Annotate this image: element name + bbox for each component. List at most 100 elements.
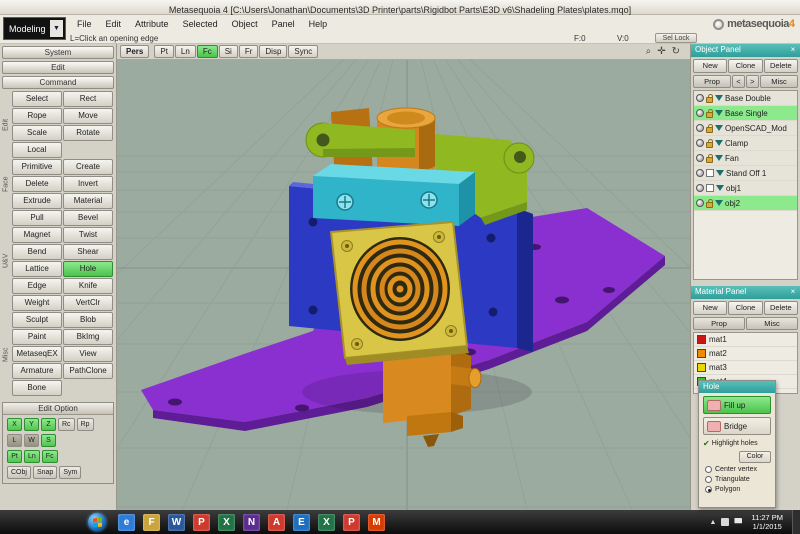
rotate-icon[interactable]: ↻ — [672, 46, 680, 57]
start-button[interactable] — [88, 513, 106, 531]
command-extrude[interactable]: Extrude — [12, 193, 62, 209]
viewport-3d[interactable] — [117, 60, 690, 510]
sidebar-section-edit[interactable]: Edit — [2, 61, 114, 74]
object-panel-tab-misc[interactable]: Misc — [760, 75, 798, 88]
taskbar-excel-2[interactable]: X — [318, 514, 335, 531]
taskbar-internet-explorer[interactable]: e — [118, 514, 135, 531]
expand-triangle-icon[interactable] — [715, 125, 723, 131]
lock-icon[interactable] — [706, 112, 713, 118]
command-pathclone[interactable]: PathClone — [63, 363, 113, 379]
menu-selected[interactable]: Selected — [176, 15, 225, 33]
object-panel-tab-prev[interactable]: < — [732, 75, 745, 88]
bridge-button[interactable]: Bridge — [703, 417, 771, 435]
visibility-eye-icon[interactable] — [696, 124, 704, 132]
visibility-eye-icon[interactable] — [696, 139, 704, 147]
hole-dialog-title[interactable]: Hole — [699, 381, 775, 393]
sidebar-section-system[interactable]: System — [2, 46, 114, 59]
menu-edit[interactable]: Edit — [99, 15, 129, 33]
edit-option-rc[interactable]: Rc — [58, 418, 75, 431]
hole-option-center-vertex[interactable]: Center vertex — [705, 466, 769, 473]
lock-icon[interactable] — [706, 127, 713, 133]
command-sculpt[interactable]: Sculpt — [12, 312, 62, 328]
edit-option-y[interactable]: Y — [24, 418, 39, 431]
object-checkbox[interactable] — [706, 184, 714, 192]
command-shear[interactable]: Shear — [63, 244, 113, 260]
menu-file[interactable]: File — [70, 15, 99, 33]
lock-icon[interactable] — [706, 97, 713, 103]
object-row-clamp[interactable]: Clamp — [694, 136, 797, 151]
expand-triangle-icon[interactable] — [715, 155, 723, 161]
close-icon[interactable]: × — [788, 287, 798, 297]
visibility-eye-icon[interactable] — [696, 154, 704, 162]
object-panel-titlebar[interactable]: Object Panel × — [691, 44, 800, 57]
edit-option-x[interactable]: X — [7, 418, 22, 431]
object-panel-clone-button[interactable]: Clone — [728, 59, 762, 73]
command-magnet[interactable]: Magnet — [12, 227, 62, 243]
color-button[interactable]: Color — [739, 451, 771, 463]
pan-icon[interactable]: ✛ — [657, 46, 665, 57]
hole-option-triangulate[interactable]: Triangulate — [705, 476, 769, 483]
material-panel-titlebar[interactable]: Material Panel × — [691, 286, 800, 299]
viewport-toggle-pt[interactable]: Pt — [154, 45, 174, 58]
command-local[interactable]: Local — [12, 142, 62, 158]
command-pull[interactable]: Pull — [12, 210, 62, 226]
command-knife[interactable]: Knife — [63, 278, 113, 294]
object-panel-tab-next[interactable]: > — [746, 75, 759, 88]
expand-triangle-icon[interactable] — [716, 170, 724, 176]
command-twist[interactable]: Twist — [63, 227, 113, 243]
object-row-fan[interactable]: Fan — [694, 151, 797, 166]
material-row-mat2[interactable]: mat2 — [694, 347, 797, 361]
tray-network-icon[interactable] — [721, 518, 729, 526]
command-blob[interactable]: Blob — [63, 312, 113, 328]
lock-icon[interactable] — [706, 157, 713, 163]
taskbar-pdf-2[interactable]: P — [343, 514, 360, 531]
taskbar-acrobat[interactable]: A — [268, 514, 285, 531]
viewport-toggle-sync[interactable]: Sync — [288, 45, 318, 58]
menu-object[interactable]: Object — [225, 15, 265, 33]
lock-icon[interactable] — [706, 202, 713, 208]
model-cyan-clamp[interactable] — [313, 164, 475, 226]
mode-selector[interactable]: Modeling ▼ — [3, 17, 66, 40]
object-row-openscad-mod[interactable]: OpenSCAD_Mod — [694, 121, 797, 136]
command-rotate[interactable]: Rotate — [63, 125, 113, 141]
edit-option-sym[interactable]: Sym — [59, 466, 81, 479]
edit-option-s[interactable]: S — [41, 434, 56, 447]
viewport-toggle-ln[interactable]: Ln — [175, 45, 196, 58]
menu-help[interactable]: Help — [302, 15, 335, 33]
edit-option-rp[interactable]: Rp — [77, 418, 94, 431]
viewport-toggle-fr[interactable]: Fr — [239, 45, 259, 58]
command-bkimg[interactable]: BkImg — [63, 329, 113, 345]
edit-option-z[interactable]: Z — [41, 418, 56, 431]
tray-expand-icon[interactable]: ▲ — [710, 519, 717, 526]
model-extruder-block[interactable] — [383, 347, 481, 447]
edit-option-fc[interactable]: Fc — [42, 450, 58, 463]
sel-lock-button[interactable]: Sel Lock — [655, 33, 697, 43]
material-row-mat1[interactable]: mat1 — [694, 333, 797, 347]
command-weight[interactable]: Weight — [12, 295, 62, 311]
taskbar-excel[interactable]: X — [218, 514, 235, 531]
object-row-base-double[interactable]: Base Double — [694, 91, 797, 106]
command-move[interactable]: Move — [63, 108, 113, 124]
command-scale[interactable]: Scale — [12, 125, 62, 141]
object-panel-new-button[interactable]: New — [693, 59, 727, 73]
command-delete[interactable]: Delete — [12, 176, 62, 192]
command-select[interactable]: Select — [12, 91, 62, 107]
close-icon[interactable]: × — [788, 45, 798, 55]
material-panel-tab-misc[interactable]: Misc — [746, 317, 798, 330]
menu-attribute[interactable]: Attribute — [128, 15, 176, 33]
expand-triangle-icon[interactable] — [715, 95, 723, 101]
material-panel-delete-button[interactable]: Delete — [764, 301, 798, 315]
expand-triangle-icon[interactable] — [716, 185, 724, 191]
lock-icon[interactable] — [706, 142, 713, 148]
clock[interactable]: 11:27 PM 1/1/2015 — [751, 513, 783, 532]
tray-action-center-icon[interactable] — [734, 518, 742, 526]
command-hole[interactable]: Hole — [63, 261, 113, 277]
taskbar-folder[interactable]: F — [143, 514, 160, 531]
command-armature[interactable]: Armature — [12, 363, 62, 379]
command-lattice[interactable]: Lattice — [12, 261, 62, 277]
command-primitive[interactable]: Primitive — [12, 159, 62, 175]
edit-option-ln[interactable]: Ln — [24, 450, 40, 463]
menu-panel[interactable]: Panel — [265, 15, 302, 33]
show-desktop-button[interactable] — [792, 510, 800, 534]
command-create[interactable]: Create — [63, 159, 113, 175]
